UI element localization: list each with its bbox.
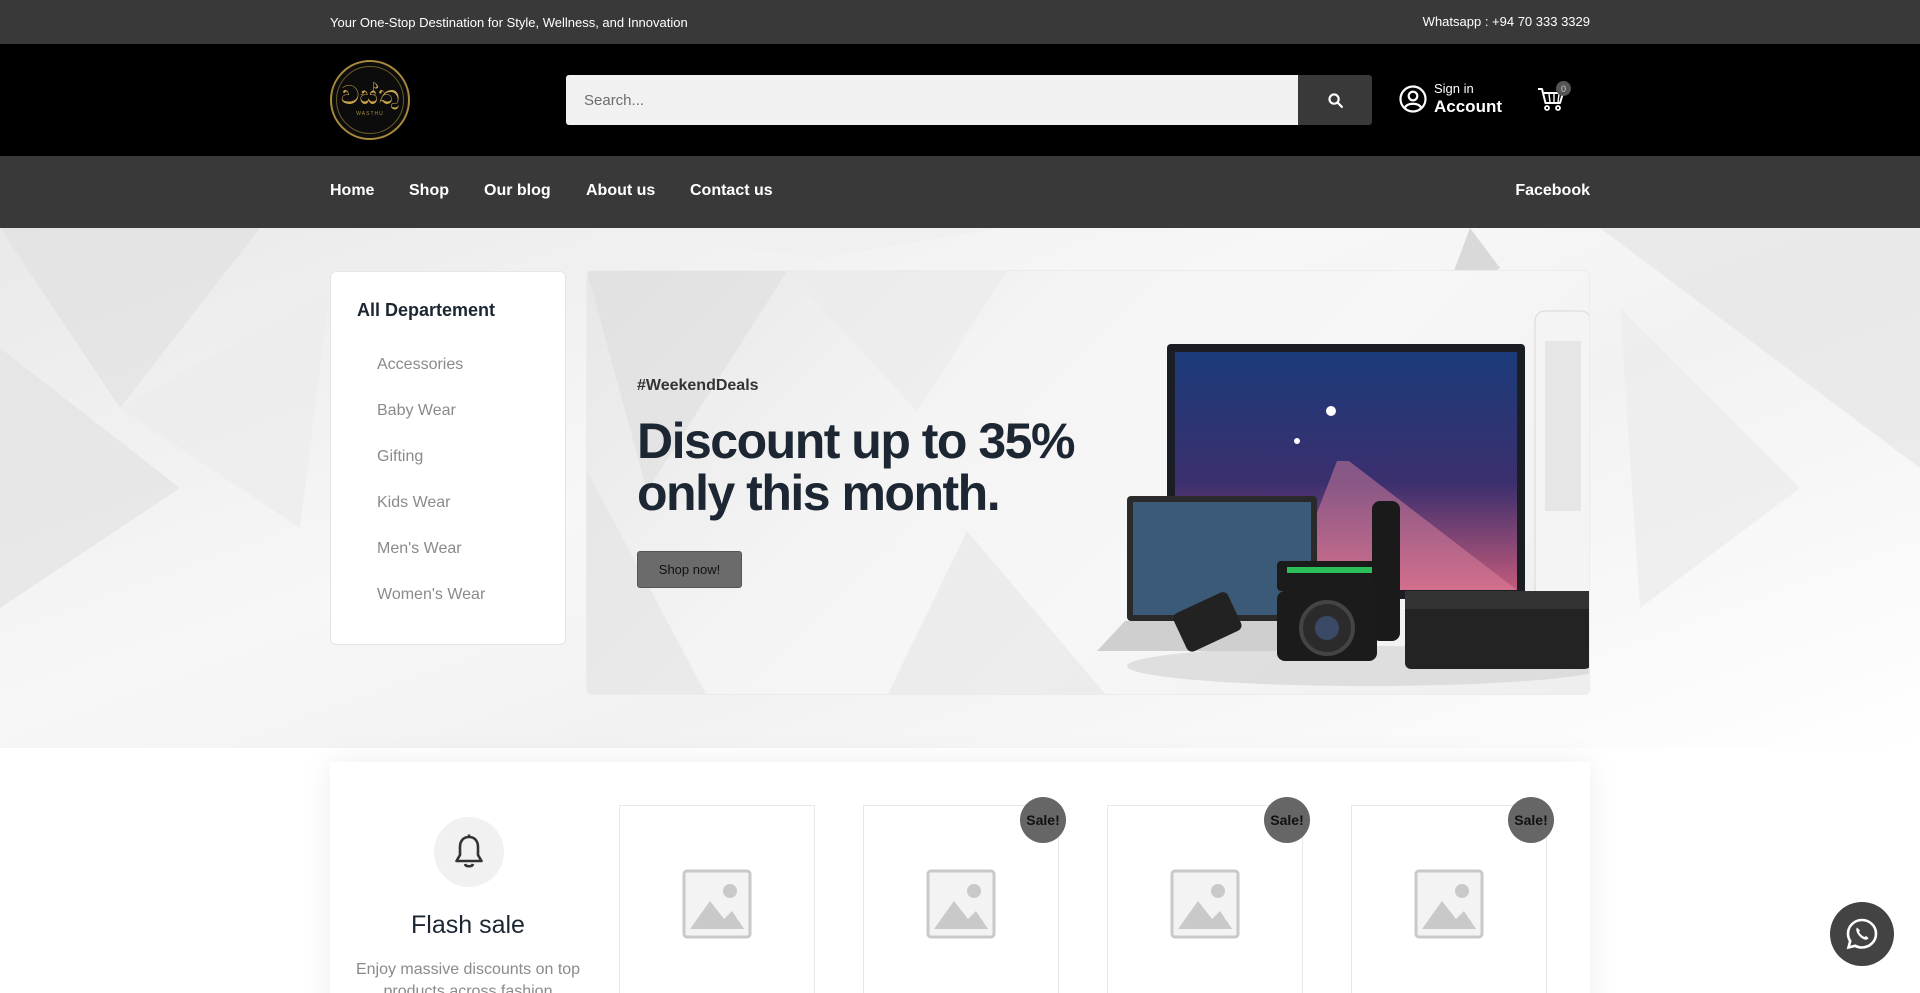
logo-text: වස්තු [340,81,400,111]
search-icon [1327,92,1343,108]
product-card[interactable] [619,805,815,993]
site-logo[interactable]: වස්තු WASTHU [330,60,410,140]
image-placeholder-icon [1414,869,1484,939]
sale-badge: Sale! [1508,797,1554,843]
image-placeholder-icon [1170,869,1240,939]
sale-badge: Sale! [1020,797,1066,843]
banner-tag: #WeekendDeals [637,377,759,394]
top-bar: Your One-Stop Destination for Style, Wel… [0,0,1920,44]
nav-item-facebook[interactable]: Facebook [1515,182,1590,200]
nav-item-contact[interactable]: Contact us [690,182,773,200]
department-item-gifting[interactable]: Gifting [377,448,485,494]
department-item-accessories[interactable]: Accessories [377,356,485,402]
logo-emblem: වස්තු WASTHU [336,66,404,134]
search-button[interactable] [1298,75,1372,125]
main-nav: Home Shop Our blog About us Contact us F… [0,156,1920,228]
department-item-baby-wear[interactable]: Baby Wear [377,402,485,448]
shop-now-button[interactable]: Shop now! [637,551,742,588]
logo-subtext: WASTHU [356,111,384,117]
department-list: Accessories Baby Wear Gifting Kids Wear … [377,356,485,632]
site-tagline: Your One-Stop Destination for Style, Wel… [330,15,688,30]
account-label: Account [1434,97,1502,117]
site-header: වස්තු WASTHU Sign in Account [0,44,1920,156]
whatsapp-chat-button[interactable] [1830,902,1894,966]
department-item-kids-wear[interactable]: Kids Wear [377,494,485,540]
whatsapp-icon [1846,918,1878,950]
department-title: All Departement [357,300,496,320]
search-bar [566,75,1372,125]
department-item-mens-wear[interactable]: Men's Wear [377,540,485,586]
whatsapp-contact[interactable]: Whatsapp : +94 70 333 3329 [1423,14,1590,29]
sale-badge: Sale! [1264,797,1310,843]
department-panel: All Departement Accessories Baby Wear Gi… [330,271,566,645]
flash-sale-title: Flash sale [411,911,525,939]
nav-item-about[interactable]: About us [586,182,655,200]
banner-headline-line2: only this month. [637,465,1001,521]
account-text: Sign in Account [1434,81,1502,117]
sign-in-label: Sign in [1434,81,1474,96]
banner-headline: Discount up to 35% only this month. [637,415,1097,519]
promo-banner: #WeekendDeals Discount up to 35% only th… [586,270,1590,695]
cart-count-badge: 0 [1556,81,1571,96]
flash-icon-circle [434,817,504,887]
department-item-womens-wear[interactable]: Women's Wear [377,586,485,632]
banner-headline-line1: Discount up to 35% [637,413,1075,469]
search-input[interactable] [566,75,1298,125]
nav-item-shop[interactable]: Shop [409,182,449,200]
bell-icon [455,834,483,868]
cart-button[interactable]: 0 [1536,81,1571,118]
account-link[interactable]: Sign in Account [1398,81,1502,117]
image-placeholder-icon [682,869,752,939]
image-placeholder-icon [926,869,996,939]
nav-item-blog[interactable]: Our blog [484,182,551,200]
banner-electronics-image [1097,310,1589,686]
flash-sale-description: Enjoy massive discounts on top products … [355,961,581,993]
user-circle-icon [1399,85,1427,114]
nav-item-home[interactable]: Home [330,182,374,200]
